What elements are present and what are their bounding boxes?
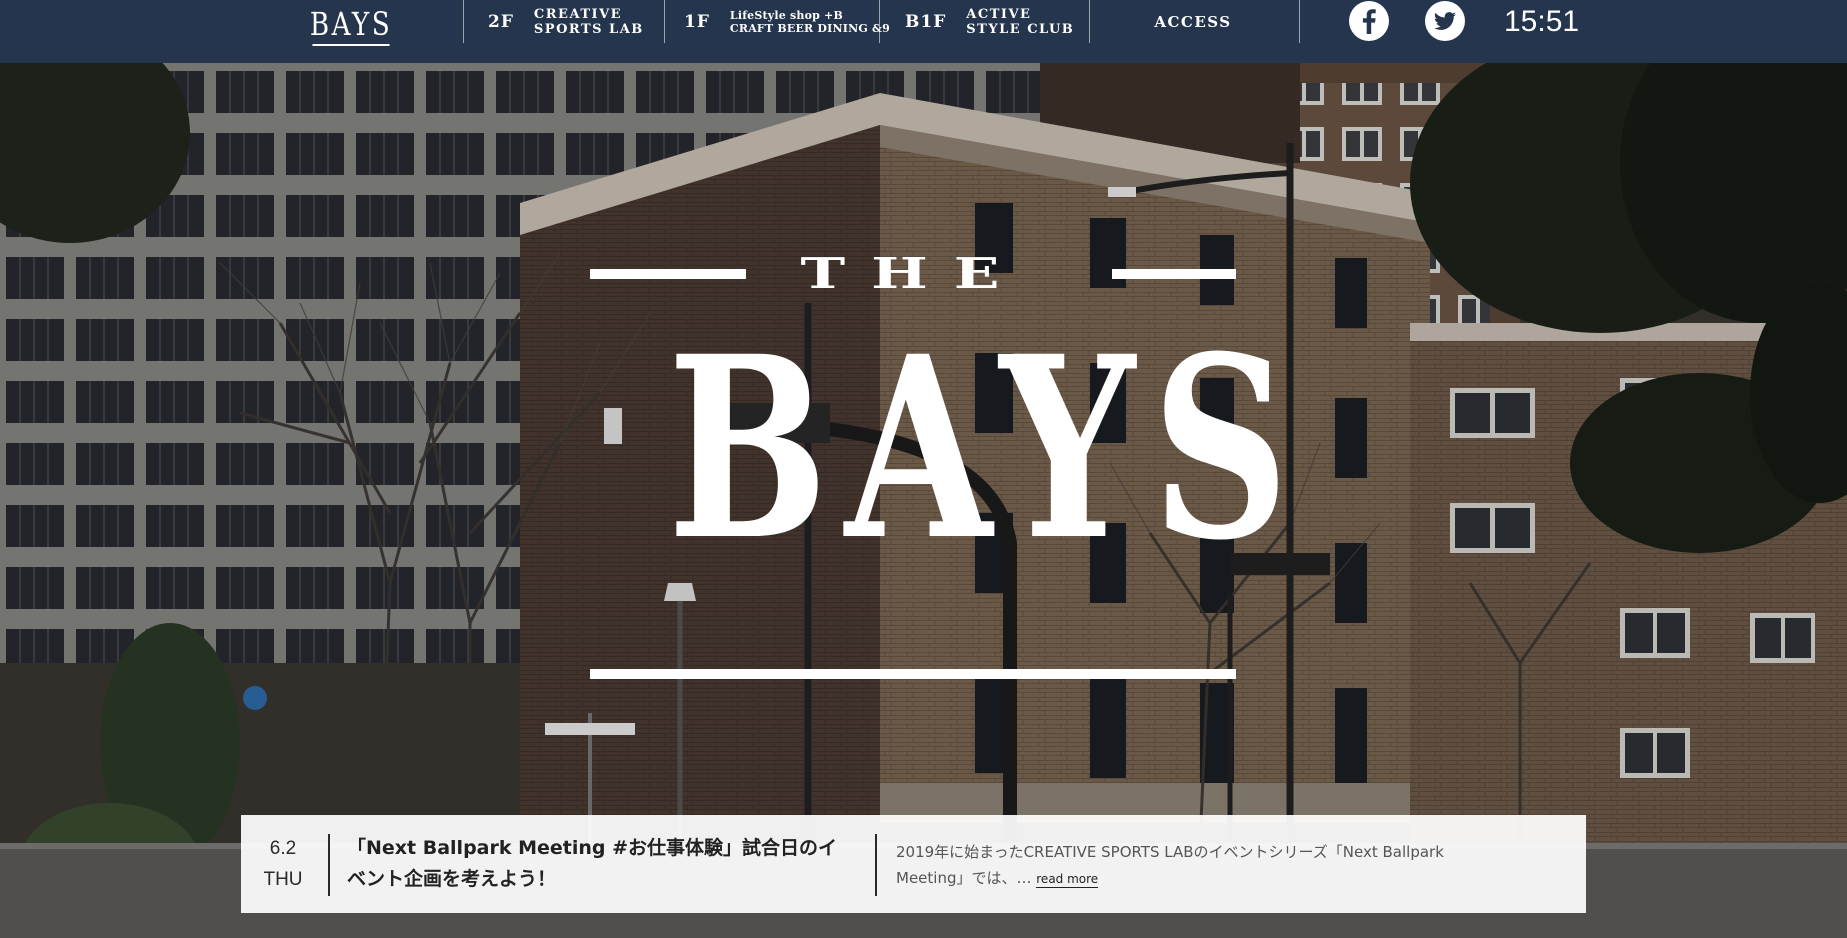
news-ticker: 6.2 THU 「Next Ballpark Meeting #お仕事体験」試合… [241,815,1586,913]
news-excerpt-text: 2019年に始まったCREATIVE SPORTS LABのイベントシリーズ「N… [896,843,1444,887]
nav-floor-label: 1F [684,11,710,32]
nav-item-2f-creative-sports-lab[interactable]: 2F CREATIVE SPORTS LAB [488,0,644,43]
facebook-icon[interactable] [1349,1,1389,41]
site-logo[interactable]: BAYS [310,4,390,46]
news-title[interactable]: 「Next Ballpark Meeting #お仕事体験」試合日のイベント企画… [347,833,847,895]
news-divider [328,834,330,896]
nav-item-label: LifeStyle shop +B CRAFT BEER DINING &9 [729,8,890,35]
top-navigation-bar: BAYS 2F CREATIVE SPORTS LAB 1F LifeStyle… [0,0,1847,63]
nav-item-b1f-active-style-club[interactable]: B1F ACTIVE STYLE CLUB [905,0,1074,43]
news-date-weekday: THU [263,869,303,890]
nav-floor-label: 2F [488,11,514,32]
twitter-icon[interactable] [1425,1,1465,41]
nav-item-label: CREATIVE SPORTS LAB [533,6,644,37]
nav-divider [664,0,665,43]
nav-divider [1299,0,1300,43]
news-divider [875,834,877,896]
hero-logo-rule [1112,269,1236,279]
news-date-day: 6.2 [269,838,297,859]
nav-divider [879,0,880,43]
hero-logo-the: THE [800,249,1026,299]
nav-divider [463,0,464,43]
hero-logo-rule [590,669,1236,679]
hero-logo: THE BAYS [590,249,1306,693]
nav-item-1f-lifestyle-shop[interactable]: 1F LifeStyle shop +B CRAFT BEER DINING &… [684,0,890,43]
nav-item-access[interactable]: ACCESS [1100,0,1286,43]
news-date: 6.2 THU [241,833,325,895]
read-more-link[interactable]: read more [1036,872,1099,888]
clock-time: 15:51 [1504,4,1580,38]
news-excerpt: 2019年に始まったCREATIVE SPORTS LABのイベントシリーズ「N… [896,839,1506,892]
hero-section: THE BAYS [0,63,1847,938]
nav-floor-label: B1F [905,11,947,32]
nav-item-label: ACTIVE STYLE CLUB [966,6,1075,37]
hero-logo-title: BAYS [667,301,1306,595]
nav-divider [1089,0,1090,43]
